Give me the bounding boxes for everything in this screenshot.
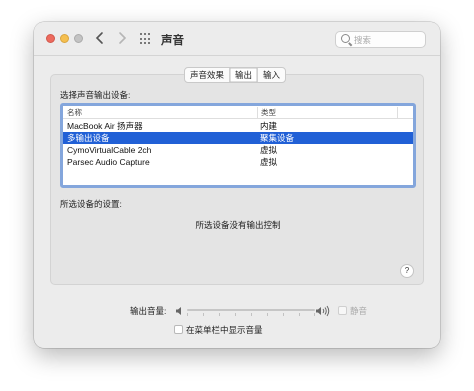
select-device-label: 选择声音输出设备:	[60, 90, 131, 100]
close-button[interactable]	[46, 34, 55, 43]
titlebar: 声音	[34, 22, 440, 56]
device-type: 内建	[260, 121, 278, 131]
device-table[interactable]: 名称 类型 MacBook Air 扬声器 内建 多输出设备 聚集设备 Cymo…	[60, 103, 416, 188]
column-header-name[interactable]: 名称	[67, 107, 82, 118]
speaker-low-icon	[174, 304, 186, 316]
search-input[interactable]	[354, 33, 424, 46]
minimize-button[interactable]	[60, 34, 69, 43]
device-name: Parsec Audio Capture	[67, 157, 150, 167]
zoom-button[interactable]	[74, 34, 83, 43]
column-divider	[397, 107, 398, 118]
device-type: 聚集设备	[260, 133, 295, 143]
device-type: 虚拟	[260, 157, 278, 167]
grid-icon[interactable]	[140, 33, 152, 45]
column-header-type[interactable]: 类型	[257, 107, 276, 118]
volume-slider[interactable]	[187, 309, 315, 311]
table-row[interactable]: MacBook Air 扬声器 内建	[63, 120, 413, 132]
tab-sound-effects[interactable]: 声音效果	[185, 68, 231, 82]
device-name: MacBook Air 扬声器	[67, 121, 143, 131]
table-row-selected[interactable]: 多输出设备 聚集设备	[63, 132, 413, 144]
table-row[interactable]: CymoVirtualCable 2ch 虚拟	[63, 144, 413, 156]
show-volume-in-menubar-checkbox[interactable]	[174, 325, 183, 334]
tab-output[interactable]: 输出	[230, 68, 259, 82]
volume-slider-ticks	[187, 313, 315, 316]
table-header: 名称 类型	[63, 106, 413, 119]
forward-icon[interactable]	[114, 30, 130, 46]
tab-input[interactable]: 输入	[258, 68, 285, 82]
device-name: 多输出设备	[67, 133, 110, 143]
search-icon	[341, 34, 350, 43]
show-volume-in-menubar-label: 在菜单栏中显示音量	[186, 325, 263, 335]
tab-bar: 声音效果 输出 输入	[184, 67, 287, 83]
device-type: 虚拟	[260, 145, 278, 155]
no-output-control-message: 所选设备没有输出控制	[195, 220, 281, 230]
window-title: 声音	[161, 35, 184, 47]
device-name: CymoVirtualCable 2ch	[67, 145, 152, 155]
speaker-high-icon	[315, 304, 331, 317]
output-volume-label: 输出音量:	[130, 306, 167, 316]
mute-checkbox[interactable]	[338, 306, 347, 315]
device-settings-label: 所选设备的设置:	[60, 199, 122, 209]
help-button[interactable]: ?	[400, 264, 414, 278]
mute-label: 静音	[350, 306, 368, 316]
table-row[interactable]: Parsec Audio Capture 虚拟	[63, 156, 413, 168]
sound-preferences-window: 声音 声音效果 输出 输入 选择声音输出设备: 名称 类型 MacBook Ai…	[34, 22, 440, 348]
back-icon[interactable]	[92, 30, 108, 46]
search-field[interactable]	[335, 31, 426, 48]
